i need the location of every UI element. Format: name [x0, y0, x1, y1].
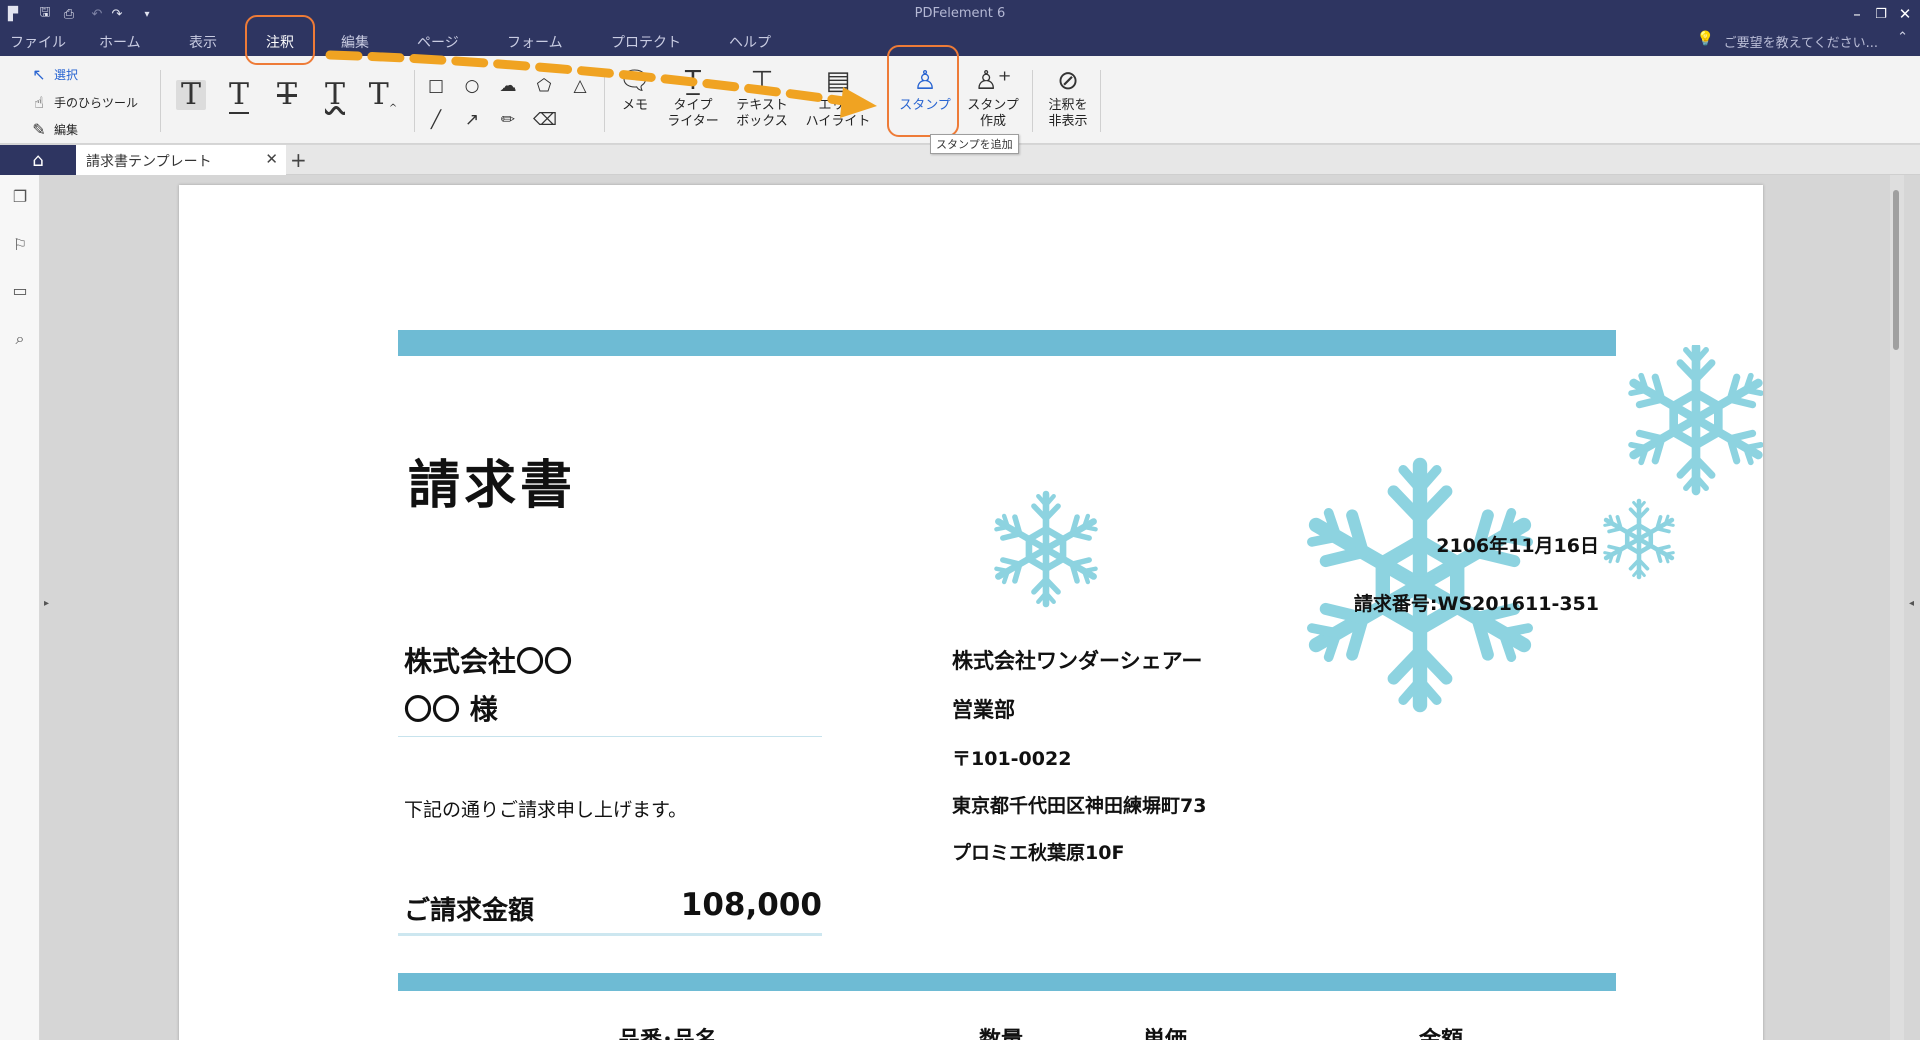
sender-zip: 〒101-0022: [952, 748, 1072, 770]
pages-icon[interactable]: ❐: [10, 187, 30, 207]
note-button[interactable]: 🗨 メモ: [616, 66, 654, 114]
annotate-menu-highlight: [245, 15, 315, 65]
minimize-icon[interactable]: –: [1846, 3, 1868, 25]
menu-help[interactable]: ヘルプ: [729, 32, 771, 52]
home-icon: ⌂: [32, 149, 44, 171]
intro-text: 下記の通りご請求申し上げます。: [404, 799, 688, 821]
menu-protect[interactable]: プロテクト: [611, 32, 681, 52]
typewriter-icon: T̲: [685, 66, 701, 96]
scrollbar-thumb[interactable]: [1893, 190, 1899, 350]
client-divider: [398, 736, 822, 737]
eraser-icon[interactable]: ⌫: [533, 110, 557, 132]
cloud-icon[interactable]: ☁: [497, 76, 519, 98]
ribbon-toolbar: ↖ 選択 ☝ 手のひらツール ✎ 編集 T T T T T^ □ ○ ☁ ⬠ △…: [0, 56, 1920, 144]
select-tool[interactable]: ↖ 選択: [30, 65, 78, 84]
typewriter-button[interactable]: T̲ タイプ ライター: [662, 66, 724, 130]
expand-right-panel-icon[interactable]: ◂: [1909, 598, 1914, 609]
amount-value: 108,000: [680, 887, 822, 923]
bookmark-icon[interactable]: ⚐: [10, 235, 30, 255]
save-icon[interactable]: 🖫: [36, 5, 54, 23]
table-header-quantity: 数量: [979, 1022, 1023, 1040]
caret-icon[interactable]: T^: [368, 80, 398, 115]
customize-quick-access-icon[interactable]: ▾: [138, 5, 156, 23]
line-icon[interactable]: ╱: [425, 110, 447, 132]
amount-divider: [398, 933, 822, 936]
create-stamp-button[interactable]: ♙⁺ スタンプ 作成: [962, 66, 1024, 130]
hide-annotations-icon: ⊘: [1057, 66, 1079, 96]
note-icon: 🗨: [618, 66, 652, 96]
close-icon[interactable]: ✕: [1894, 3, 1916, 25]
table-header-amount: 金額: [1419, 1022, 1463, 1040]
hand-tool[interactable]: ☝ 手のひらツール: [30, 93, 138, 112]
edit-tool[interactable]: ✎ 編集: [30, 120, 78, 139]
edit-tool-label: 編集: [54, 123, 79, 137]
underline-icon[interactable]: T: [224, 77, 254, 114]
polygon-icon[interactable]: ⬠: [533, 76, 555, 98]
document-tab-title: 請求書テンプレート: [86, 154, 212, 170]
menu-form[interactable]: フォーム: [507, 32, 563, 52]
hand-tool-label: 手のひらツール: [54, 96, 139, 110]
textbox-button[interactable]: ⊤ テキスト ボックス: [730, 66, 794, 130]
client-name: 〇〇 様: [404, 693, 498, 726]
maximize-icon[interactable]: ❐: [1870, 3, 1892, 25]
strikethrough-icon[interactable]: T: [272, 80, 302, 110]
expand-left-panel-icon[interactable]: ▸: [44, 598, 49, 609]
snowflake-decoration: [799, 345, 1763, 905]
stamp-tooltip: スタンプを追加: [930, 134, 1019, 154]
invoice-title: 請求書: [408, 456, 577, 516]
stamp-button-highlight: [887, 45, 959, 137]
triangle-icon[interactable]: △: [569, 76, 591, 98]
left-sidebar: ❐ ⚐ ▭ ⌕: [0, 175, 40, 1040]
oval-icon[interactable]: ○: [461, 76, 483, 98]
table-header-unit-price: 単価: [1143, 1022, 1187, 1040]
redo-icon[interactable]: ↷: [108, 5, 126, 23]
collapse-ribbon-icon[interactable]: ⌃: [1897, 30, 1908, 45]
select-tool-label: 選択: [54, 68, 79, 82]
hand-icon: ☝: [34, 93, 44, 112]
area-highlight-icon: ▤: [825, 66, 851, 96]
document-tab[interactable]: 請求書テンプレート ✕: [76, 145, 286, 175]
textbox-icon: ⊤: [750, 66, 774, 96]
hide-annotations-button[interactable]: ⊘ 注釈を 非表示: [1040, 66, 1096, 130]
sender-building: プロミエ秋葉原10F: [952, 842, 1125, 864]
table-band: [398, 973, 1616, 991]
lightbulb-icon: 💡: [1696, 31, 1714, 47]
undo-icon[interactable]: ↶: [88, 5, 106, 23]
rectangle-icon[interactable]: □: [425, 76, 447, 98]
search-icon[interactable]: ⌕: [10, 329, 30, 349]
arrow-icon[interactable]: ↗: [461, 110, 483, 132]
text-highlight-icon[interactable]: T: [176, 80, 206, 110]
menu-edit[interactable]: 編集: [341, 32, 369, 52]
app-logo-icon: ▛: [8, 6, 18, 22]
pencil-icon[interactable]: ✏: [497, 110, 519, 132]
menu-home[interactable]: ホーム: [99, 32, 141, 52]
table-header-item: 品番･品名: [618, 1022, 717, 1040]
menu-page[interactable]: ページ: [417, 32, 459, 52]
edit-icon: ✎: [32, 120, 46, 139]
invoice-number: 請求番号:WS201611-351: [1353, 593, 1599, 615]
print-icon[interactable]: ⎙: [60, 5, 78, 23]
area-highlight-button[interactable]: ▤ エリア ハイライト: [800, 66, 876, 130]
squiggly-icon[interactable]: T: [320, 80, 350, 110]
pdf-page[interactable]: 請求書 2106年11月16日 請求番号:WS201611-351 株式会社〇〇…: [179, 185, 1763, 1040]
select-cursor-icon: ↖: [32, 65, 46, 84]
invoice-date: 2106年11月16日: [1436, 535, 1599, 557]
comment-icon[interactable]: ▭: [10, 281, 30, 301]
sender-company: 株式会社ワンダーシェアー: [952, 649, 1203, 673]
sender-department: 営業部: [952, 698, 1015, 722]
menu-file[interactable]: ファイル: [10, 32, 66, 52]
home-tab[interactable]: ⌂: [0, 145, 76, 175]
amount-label: ご請求金額: [404, 896, 535, 926]
create-stamp-icon: ♙⁺: [974, 66, 1012, 96]
sender-address: 東京都千代田区神田練塀町73: [952, 795, 1207, 817]
menu-view[interactable]: 表示: [189, 32, 217, 52]
feedback-link[interactable]: ご要望を教えてください...: [1724, 32, 1878, 51]
plus-icon[interactable]: +: [290, 148, 307, 172]
close-tab-icon[interactable]: ✕: [265, 150, 278, 168]
client-company: 株式会社〇〇: [404, 645, 573, 678]
